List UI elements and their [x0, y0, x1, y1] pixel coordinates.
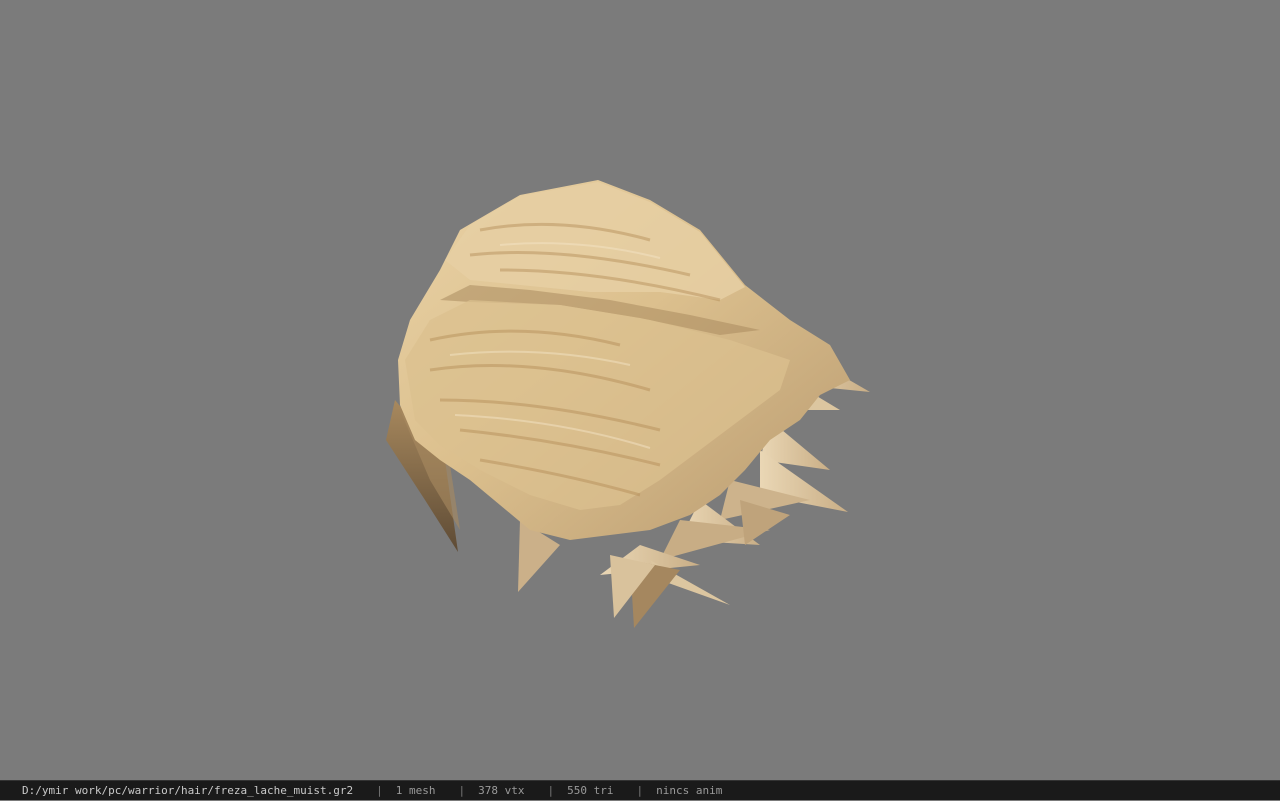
separator: | [458, 783, 466, 797]
status-bar: D:/ymir work/pc/warrior/hair/freza_lache… [0, 780, 1280, 800]
vertex-count-label: 378 vtx [478, 783, 525, 797]
hair-model[interactable] [0, 0, 1280, 780]
3d-viewport[interactable] [0, 0, 1280, 780]
animation-status-label: nincs anim [656, 783, 723, 797]
separator: | [376, 783, 383, 797]
mesh-count-label: 1 mesh [395, 783, 436, 797]
file-path-label: D:/ymir work/pc/warrior/hair/freza_lache… [22, 783, 354, 797]
separator: | [636, 783, 644, 797]
triangle-count-label: 550 tri [567, 783, 614, 797]
separator: | [547, 783, 555, 797]
